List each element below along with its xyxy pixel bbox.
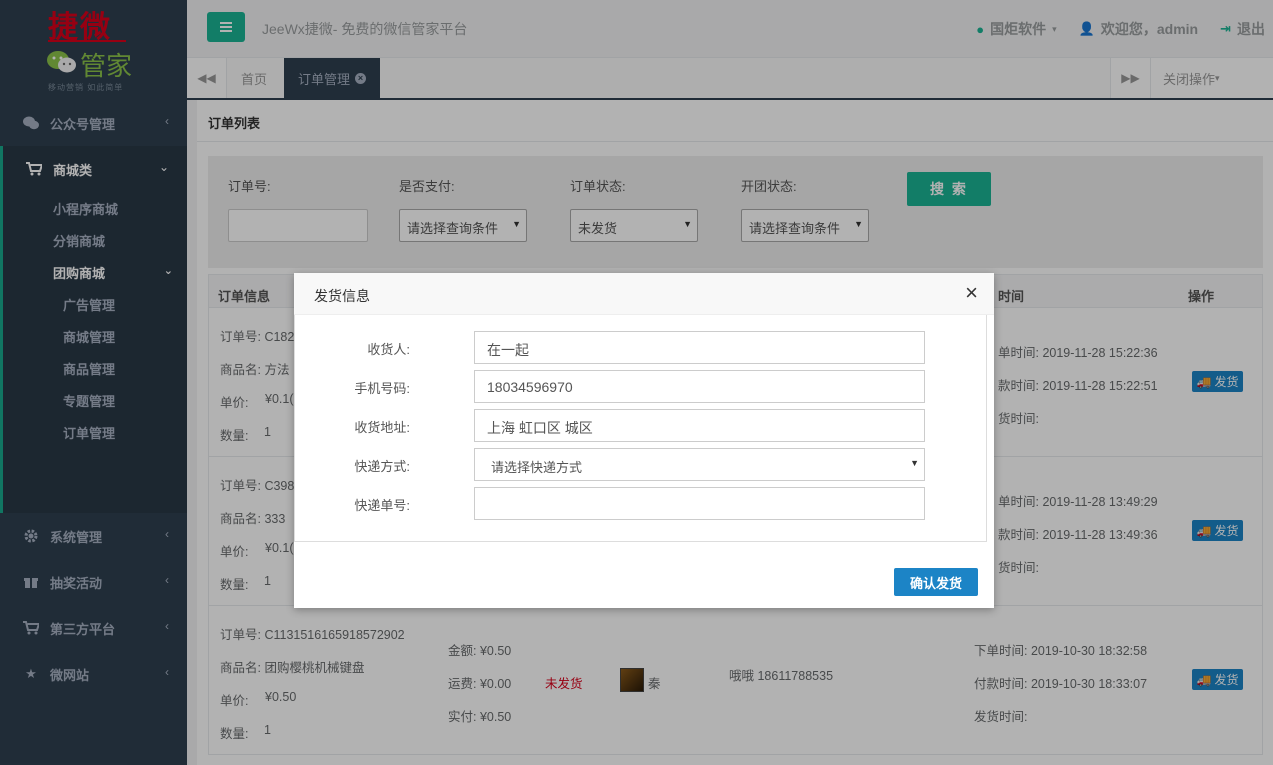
address-row: 收货地址: 上海 虹口区 城区 bbox=[295, 409, 988, 442]
close-icon[interactable]: × bbox=[965, 282, 978, 304]
express-row: 快递方式: 请选择快递方式 ▼ bbox=[295, 448, 988, 481]
phone-label: 手机号码: bbox=[354, 381, 410, 396]
address-label: 收货地址: bbox=[354, 420, 410, 435]
receiver-row: 收货人: 在一起 bbox=[295, 331, 988, 364]
dialog-header: 发货信息 × bbox=[294, 273, 994, 315]
receiver-label: 收货人: bbox=[367, 342, 410, 357]
express-select-value: 请选择快递方式 bbox=[491, 460, 583, 475]
dialog-title: 发货信息 bbox=[314, 288, 370, 304]
express-select[interactable]: 请选择快递方式 ▼ bbox=[474, 448, 925, 481]
express-label: 快递方式: bbox=[354, 459, 410, 474]
caret-down-icon: ▼ bbox=[910, 458, 919, 468]
tracking-label: 快递单号: bbox=[354, 498, 410, 513]
tracking-input[interactable] bbox=[474, 487, 925, 520]
dialog-form: 收货人: 在一起 手机号码: 18034596970 收货地址: 上海 虹口区 … bbox=[294, 315, 987, 542]
shipping-dialog: 发货信息 × 收货人: 在一起 手机号码: 18034596970 收货地址: … bbox=[294, 273, 994, 608]
tracking-row: 快递单号: bbox=[295, 487, 988, 520]
confirm-ship-button[interactable]: 确认发货 bbox=[894, 568, 978, 596]
phone-input[interactable]: 18034596970 bbox=[474, 370, 925, 403]
receiver-input[interactable]: 在一起 bbox=[474, 331, 925, 364]
phone-row: 手机号码: 18034596970 bbox=[295, 370, 988, 403]
address-input[interactable]: 上海 虹口区 城区 bbox=[474, 409, 925, 442]
